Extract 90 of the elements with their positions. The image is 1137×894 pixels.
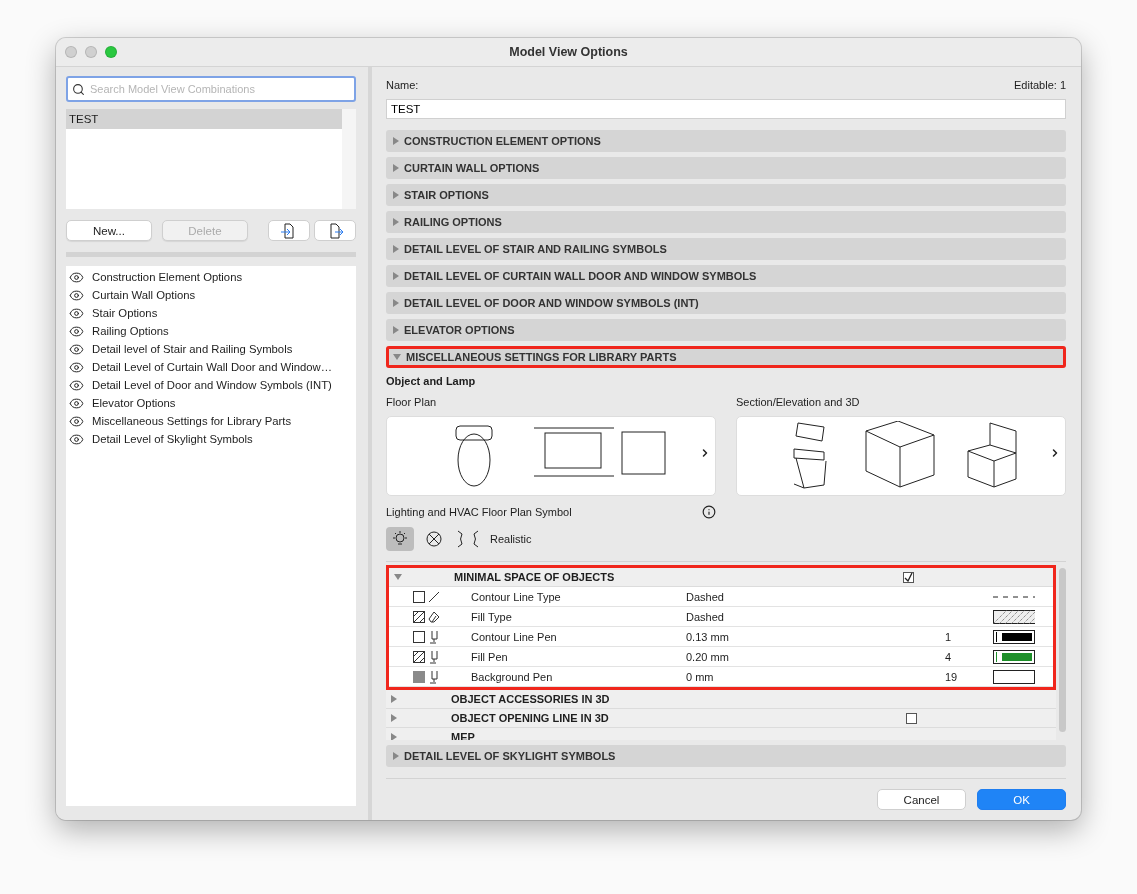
section-header[interactable]: DETAIL LEVEL OF STAIR AND RAILING SYMBOLS xyxy=(386,238,1066,260)
name-label: Name: xyxy=(386,79,419,93)
group-title: OBJECT OPENING LINE IN 3D xyxy=(451,712,610,724)
window-title: Model View Options xyxy=(509,45,628,59)
search-icon xyxy=(72,82,85,96)
scrollbar-thumb[interactable] xyxy=(1059,568,1066,732)
eye-icon[interactable] xyxy=(69,269,84,285)
symbol-caption: Realistic xyxy=(490,533,532,545)
new-button[interactable]: New... xyxy=(66,220,152,241)
eye-icon[interactable] xyxy=(69,359,84,375)
eye-icon[interactable] xyxy=(69,431,84,447)
option-set-label[interactable]: Detail level of Stair and Railing Symbols xyxy=(92,343,293,355)
eye-icon[interactable] xyxy=(69,287,84,303)
option-set-label[interactable]: Stair Options xyxy=(92,307,158,319)
group-title: MINIMAL SPACE OF OBJECTS xyxy=(454,571,616,583)
section-header[interactable]: ELEVATOR OPTIONS xyxy=(386,319,1066,341)
info-icon[interactable] xyxy=(702,505,716,519)
empty-square-icon xyxy=(413,630,425,643)
checkbox[interactable] xyxy=(906,712,917,724)
search-field[interactable]: Search Model View Combinations xyxy=(66,76,356,102)
checkbox[interactable] xyxy=(903,571,914,583)
lamp-symbol-icon xyxy=(457,530,479,548)
preview-label: Section/Elevation and 3D xyxy=(736,396,861,408)
parameter-name: Contour Line Type xyxy=(471,590,562,603)
pen-color-swatch[interactable] xyxy=(993,649,1035,664)
section-header[interactable]: DETAIL LEVEL OF DOOR AND WINDOW SYMBOLS (INT) xyxy=(386,292,1066,314)
dashed-line-sample xyxy=(993,594,1035,599)
search-field[interactable]: Search Model View Combinations xyxy=(90,80,350,98)
group-row[interactable]: OBJECT ACCESSORIES IN 3D xyxy=(386,690,1056,709)
ok-button[interactable]: OK xyxy=(977,789,1066,810)
import-button[interactable] xyxy=(267,220,310,241)
symbol-preview-card[interactable] xyxy=(736,416,1066,496)
preview-label: Floor Plan xyxy=(386,396,438,408)
eye-icon[interactable] xyxy=(69,341,84,357)
group-row[interactable]: MINIMAL SPACE OF OBJECTS xyxy=(389,568,1053,587)
parameter-name: Background Pen xyxy=(471,670,554,683)
editable-count: Editable: 1 xyxy=(1014,79,1066,93)
parameter-value: Dashed xyxy=(686,610,725,623)
option-set-label[interactable]: Curtain Wall Options xyxy=(92,289,196,301)
group-row[interactable]: OBJECT OPENING LINE IN 3D xyxy=(386,709,1056,728)
parameter-value: 0.20 mm xyxy=(686,650,730,663)
empty-square-icon xyxy=(413,590,425,603)
option-set-label[interactable]: Detail Level of Curtain Wall Door and Window… xyxy=(92,361,333,373)
parameter-value: Dashed xyxy=(686,590,725,603)
pen-icon xyxy=(428,669,440,684)
scrollbar-track[interactable] xyxy=(342,109,356,209)
filled-square-icon xyxy=(413,670,425,683)
name-field[interactable]: TEST xyxy=(386,98,1066,119)
option-set-label[interactable]: Elevator Options xyxy=(92,397,176,409)
section-header[interactable]: RAILING OPTIONS xyxy=(386,211,1066,233)
circled-cross-icon xyxy=(425,530,443,548)
symbol-label: Lighting and HVAC Floor Plan Symbol xyxy=(386,506,572,518)
cancel-button[interactable]: Cancel xyxy=(877,789,966,810)
fill-icon xyxy=(428,610,440,623)
line-icon xyxy=(428,590,440,603)
parameter-name: Fill Type xyxy=(471,610,513,623)
eye-icon[interactable] xyxy=(69,377,84,393)
parameter-name: Contour Line Pen xyxy=(471,630,558,643)
option-set-label[interactable]: Construction Element Options xyxy=(92,271,243,283)
section-header[interactable]: DETAIL LEVEL OF SKYLIGHT SYMBOLS xyxy=(386,745,1066,767)
section-header[interactable]: CONSTRUCTION ELEMENT OPTIONS xyxy=(386,130,1066,152)
section-header[interactable]: STAIR OPTIONS xyxy=(386,184,1066,206)
pen-color-swatch[interactable] xyxy=(993,629,1035,644)
section-header[interactable]: DETAIL LEVEL OF CURTAIN WALL DOOR AND WINDOW SYMBOLS xyxy=(386,265,1066,287)
option-set-label[interactable]: Miscellaneous Settings for Library Parts xyxy=(92,415,292,427)
option-set-label[interactable]: Detail Level of Door and Window Symbols (INT) xyxy=(92,379,332,391)
hatched-square-icon xyxy=(413,650,425,663)
eye-icon[interactable] xyxy=(69,323,84,339)
parameter-value: 0 mm xyxy=(686,670,715,683)
eye-icon[interactable] xyxy=(69,413,84,429)
subsection-heading: Object and Lamp xyxy=(386,375,477,387)
eye-icon[interactable] xyxy=(69,395,84,411)
export-button[interactable] xyxy=(313,220,356,241)
light-bulb-icon xyxy=(391,530,409,548)
option-set-label[interactable]: Detail Level of Skylight Symbols xyxy=(92,433,253,445)
option-set-label[interactable]: Railing Options xyxy=(92,325,169,337)
group-title: OBJECT ACCESSORIES IN 3D xyxy=(451,693,611,705)
pen-icon xyxy=(428,649,440,664)
section-header[interactable]: MISCELLANEOUS SETTINGS FOR LIBRARY PARTS xyxy=(386,346,1066,368)
section-header[interactable]: CURTAIN WALL OPTIONS xyxy=(386,157,1066,179)
hatched-square-icon xyxy=(413,610,425,623)
pen-number: 4 xyxy=(945,650,952,663)
eye-icon[interactable] xyxy=(69,305,84,321)
pen-number: 19 xyxy=(945,670,958,683)
combination-item[interactable]: TEST xyxy=(66,109,342,129)
pen-number: 1 xyxy=(945,630,952,643)
pen-icon xyxy=(428,629,440,644)
parameter-name: Fill Pen xyxy=(471,650,509,663)
parameter-value: 0.13 mm xyxy=(686,630,730,643)
pen-color-swatch[interactable] xyxy=(993,669,1035,684)
